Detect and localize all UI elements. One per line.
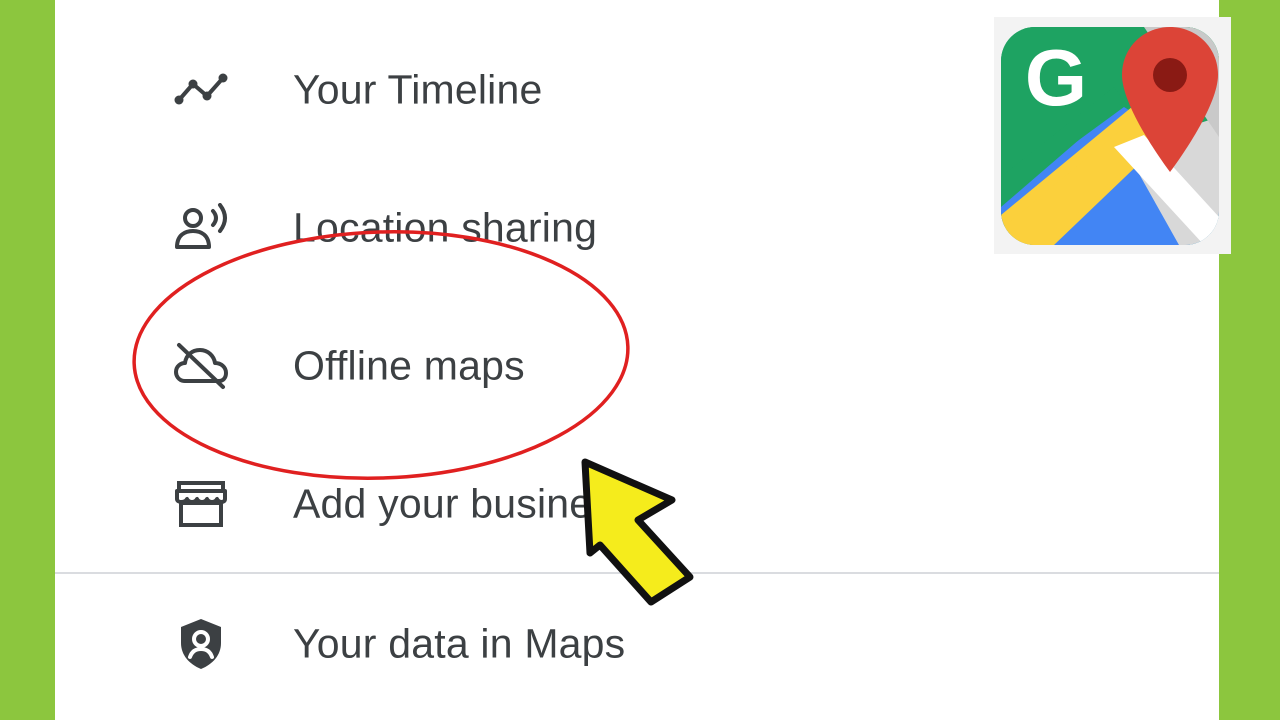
timeline-icon [173,62,229,118]
menu-item-offline-maps[interactable]: Offline maps [55,306,1219,426]
menu-item-label: Your data in Maps [293,620,626,667]
menu-item-add-your-business[interactable]: Add your business [55,444,1219,564]
menu-item-label: Add your business [293,480,634,527]
shield-person-icon [173,616,229,672]
menu-divider [55,572,1219,574]
cloud-off-icon [173,338,229,394]
menu-item-label: Location sharing [293,204,598,251]
logo-letter: G [1025,33,1087,122]
location-sharing-icon [173,200,229,256]
google-maps-logo: G [994,17,1231,254]
menu-item-your-data-in-maps[interactable]: Your data in Maps [55,584,1219,704]
menu-item-label: Offline maps [293,342,525,389]
menu-item-label: Your Timeline [293,66,543,113]
storefront-icon [173,476,229,532]
